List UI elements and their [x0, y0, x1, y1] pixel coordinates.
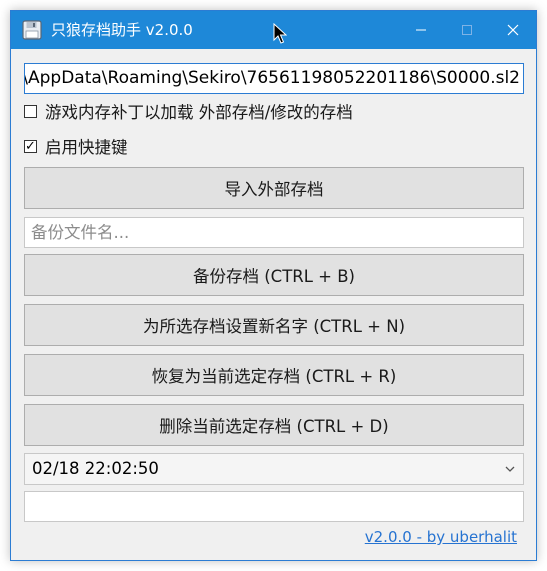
mouse-cursor-icon — [273, 23, 287, 44]
floppy-disk-icon — [22, 20, 42, 40]
backup-name-input[interactable]: 备份文件名... — [24, 217, 524, 248]
restore-button[interactable]: 恢复为当前选定存档 (CTRL + R) — [24, 354, 524, 396]
delete-button[interactable]: 删除当前选定存档 (CTRL + D) — [24, 404, 524, 446]
chevron-down-icon — [505, 466, 515, 472]
app-window: 只狼存档助手 v2.0.0 \AppData\Roaming\Sekiro\76… — [10, 10, 537, 561]
memory-patch-checkbox[interactable] — [24, 104, 37, 118]
save-path-field[interactable]: \AppData\Roaming\Sekiro\7656119805220118… — [24, 63, 524, 94]
version-link[interactable]: v2.0.0 - by uberhalit — [365, 528, 517, 546]
close-button[interactable] — [490, 11, 536, 49]
maximize-button[interactable] — [444, 11, 490, 49]
save-select[interactable]: 02/18 22:02:50 — [24, 453, 524, 485]
save-path-value: \AppData\Roaming\Sekiro\7656119805220118… — [24, 68, 520, 88]
maximize-icon — [462, 25, 472, 35]
checkmark-icon: ✓ — [25, 138, 36, 154]
minimize-button[interactable] — [398, 11, 444, 49]
close-icon — [507, 24, 519, 36]
backup-name-placeholder: 备份文件名... — [31, 223, 130, 242]
hotkeys-checkbox[interactable]: ✓ — [24, 138, 37, 154]
status-box — [24, 491, 524, 522]
hotkeys-label: 启用快捷键 — [45, 138, 128, 157]
save-select-value: 02/18 22:02:50 — [32, 459, 159, 478]
memory-patch-option[interactable]: 游戏内存补丁以加载 外部存档/修改的存档 — [24, 100, 353, 122]
import-button[interactable]: 导入外部存档 — [24, 167, 524, 209]
memory-patch-label: 游戏内存补丁以加载 外部存档/修改的存档 — [45, 103, 353, 122]
window-title: 只狼存档助手 v2.0.0 — [51, 21, 193, 39]
rename-button[interactable]: 为所选存档设置新名字 (CTRL + N) — [24, 304, 524, 346]
backup-button[interactable]: 备份存档 (CTRL + B) — [24, 254, 524, 296]
minimize-icon — [416, 29, 426, 31]
hotkeys-option[interactable]: ✓ 启用快捷键 — [24, 135, 128, 157]
